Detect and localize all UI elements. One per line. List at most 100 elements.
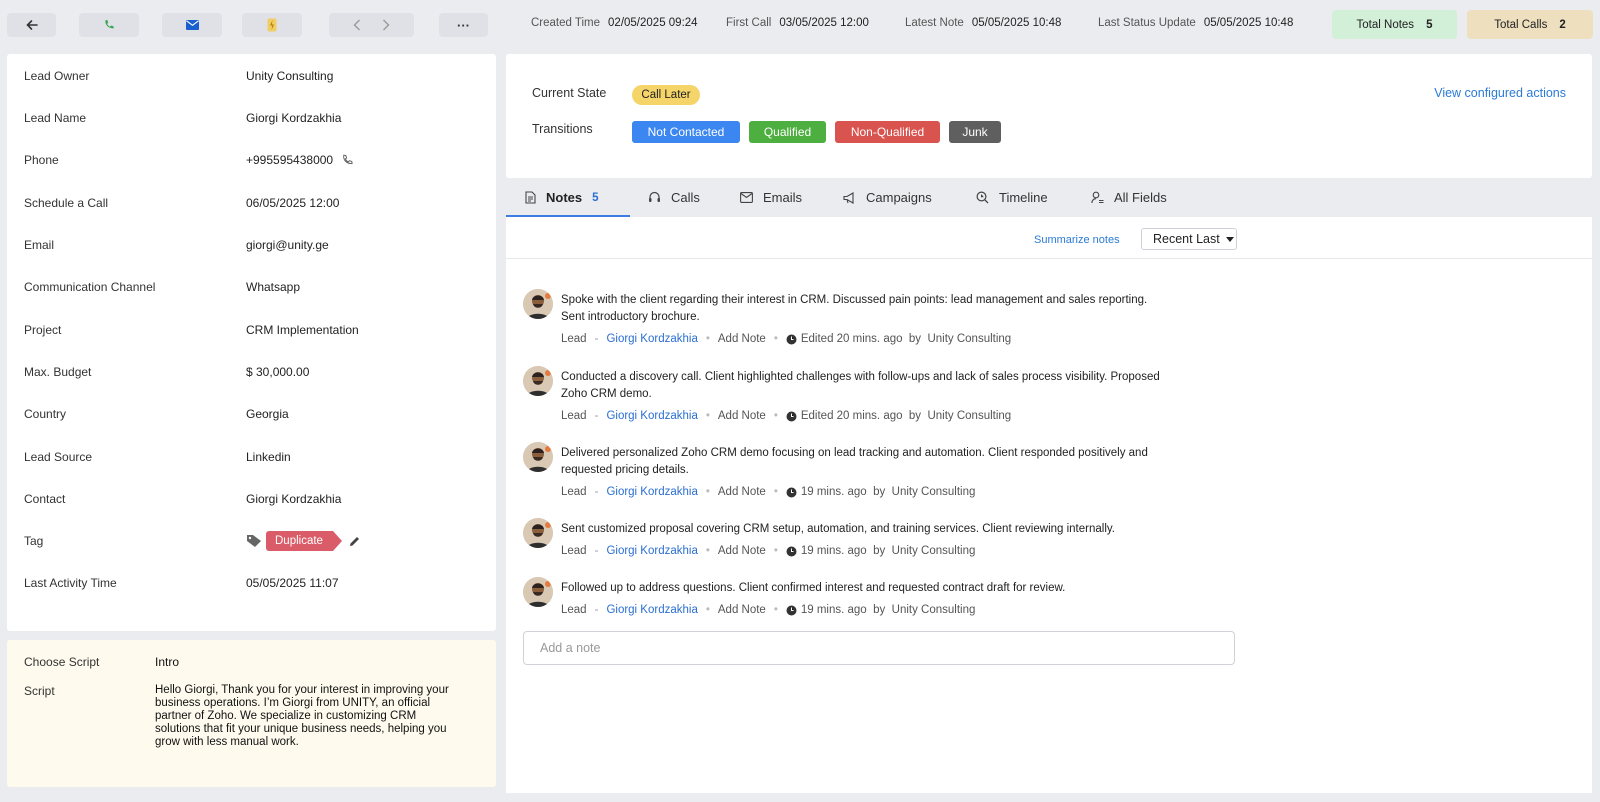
- record-navigation: [329, 13, 414, 37]
- user-fields-icon: [1091, 191, 1104, 204]
- note-item: Delivered personalized Zoho CRM demo foc…: [523, 442, 1163, 500]
- lead-details-panel: Lead Owner Unity Consulting Lead Name Gior…: [7, 54, 496, 631]
- transition-qualified-button[interactable]: Qualified: [749, 121, 826, 143]
- clock-icon: [786, 334, 797, 344]
- choose-script-label: Choose Script: [24, 655, 100, 669]
- transition-not-contacted-button[interactable]: Not Contacted: [632, 121, 740, 143]
- note-item: Spoke with the client regarding their in…: [523, 289, 1163, 347]
- transition-non-qualified-button[interactable]: Non-Qualified: [835, 121, 940, 143]
- total-calls-badge[interactable]: Total Calls 2: [1467, 10, 1593, 39]
- note-item: Conducted a discovery call. Client highl…: [523, 366, 1163, 424]
- latest-note: Latest Note 05/05/2025 10:48: [905, 17, 1062, 29]
- note-text: Spoke with the client regarding their in…: [561, 294, 1148, 323]
- add-note-link[interactable]: Add Note: [718, 604, 766, 616]
- tab-emails[interactable]: Emails: [740, 190, 802, 205]
- transition-junk-button[interactable]: Junk: [949, 121, 1001, 143]
- last-status-update: Last Status Update 05/05/2025 10:48: [1098, 17, 1294, 29]
- note-meta: Lead - Giorgi Kordzakhia • Add Note • Edite…: [561, 410, 1012, 422]
- detail-row-last-activity: Last Activity Time 05/05/2025 11:07: [24, 576, 339, 590]
- email-button[interactable]: [162, 13, 222, 37]
- pencil-icon[interactable]: [349, 536, 360, 547]
- detail-row-lead-name: Lead Name Giorgi Kordzakhia: [24, 111, 342, 125]
- summarize-notes-link[interactable]: Summarize notes: [1034, 234, 1120, 246]
- notes-icon: [525, 191, 536, 204]
- more-options-button[interactable]: ···: [439, 13, 488, 37]
- detail-row-project: Project CRM Implementation: [24, 323, 359, 337]
- detail-row-contact: Contact Giorgi Kordzakhia: [24, 492, 342, 506]
- note-contact-link[interactable]: Giorgi Kordzakhia: [606, 545, 697, 557]
- note-meta: Lead - Giorgi Kordzakhia • Add Note • 19 mi…: [561, 604, 976, 616]
- tab-campaigns[interactable]: Campaigns: [843, 190, 932, 205]
- bolt-icon: [267, 18, 277, 32]
- call-button[interactable]: [79, 13, 139, 37]
- caret-down-icon: [1225, 236, 1234, 242]
- note-text: Conducted a discovery call. Client highl…: [561, 371, 1160, 400]
- notes-header-divider: [506, 258, 1592, 259]
- note-contact-link[interactable]: Giorgi Kordzakhia: [606, 604, 697, 616]
- tab-all-fields[interactable]: All Fields: [1091, 190, 1167, 205]
- clock-icon: [786, 605, 797, 615]
- view-configured-actions-link[interactable]: View configured actions: [1434, 86, 1566, 100]
- automation-button[interactable]: [242, 13, 302, 37]
- add-note-link[interactable]: Add Note: [718, 410, 766, 422]
- add-note-input[interactable]: [524, 632, 1234, 664]
- add-note-link[interactable]: Add Note: [718, 545, 766, 557]
- avatar: [523, 366, 553, 396]
- headset-icon: [649, 191, 660, 202]
- note-contact-link[interactable]: Giorgi Kordzakhia: [606, 486, 697, 498]
- clock-icon: [786, 546, 797, 556]
- note-contact-link[interactable]: Giorgi Kordzakhia: [606, 410, 697, 422]
- avatar: [523, 518, 553, 548]
- phone-value[interactable]: +995595438000: [246, 153, 333, 167]
- note-item: Sent customized proposal covering CRM se…: [523, 518, 1163, 558]
- email-tab-icon: [740, 192, 753, 203]
- detail-row-tag: Tag Duplicate: [7, 531, 496, 551]
- tab-calls[interactable]: Calls: [648, 190, 700, 205]
- transitions-label: Transitions: [532, 122, 593, 136]
- add-note-link[interactable]: Add Note: [718, 486, 766, 498]
- phone-icon: [105, 20, 114, 29]
- note-meta: Lead - Giorgi Kordzakhia • Add Note • 19 mi…: [561, 545, 976, 557]
- back-button[interactable]: [7, 13, 56, 37]
- mail-icon: [185, 20, 199, 30]
- add-note-link[interactable]: Add Note: [718, 333, 766, 345]
- search-clock-icon: [976, 191, 989, 204]
- created-time: Created Time 02/05/2025 09:24: [531, 17, 698, 29]
- detail-row-schedule-call: Schedule a Call 06/05/2025 12:00: [24, 196, 340, 210]
- detail-row-max-budget: Max. Budget $ 30,000.00: [24, 365, 310, 379]
- current-state-badge: Call Later: [632, 85, 700, 105]
- note-meta: Lead - Giorgi Kordzakhia • Add Note • 19 mi…: [561, 486, 976, 498]
- clock-icon: [786, 487, 797, 497]
- phone-outline-icon[interactable]: [341, 154, 354, 167]
- tab-notes[interactable]: Notes 5: [525, 190, 599, 205]
- choose-script-select[interactable]: Intro: [155, 655, 179, 669]
- top-bar: ··· Created Time 02/05/2025 09:24 First C…: [0, 0, 1600, 50]
- script-label: Script: [24, 684, 55, 698]
- note-text: Delivered personalized Zoho CRM demo foc…: [561, 447, 1148, 476]
- chevron-right-icon[interactable]: [382, 19, 390, 31]
- sort-dropdown[interactable]: Recent Last: [1141, 228, 1237, 250]
- megaphone-icon: [843, 191, 854, 204]
- detail-row-phone: Phone +995595438000: [7, 150, 496, 170]
- note-item: Followed up to address questions. Client…: [523, 577, 1163, 617]
- total-notes-badge[interactable]: Total Notes 5: [1332, 10, 1457, 39]
- clock-icon: [786, 411, 797, 421]
- detail-row-lead-owner: Lead Owner Unity Consulting: [24, 69, 334, 83]
- first-call: First Call 03/05/2025 12:00: [726, 17, 869, 29]
- avatar: [523, 442, 553, 472]
- script-text: Hello Giorgi, Thank you for your interes…: [155, 684, 449, 748]
- blueprint-state-panel: Current State Call Later Transitions Not…: [506, 54, 1592, 178]
- tab-timeline[interactable]: Timeline: [976, 190, 1048, 205]
- note-text: Sent customized proposal covering CRM se…: [561, 523, 1115, 535]
- tag-icon: [247, 535, 261, 547]
- avatar: [523, 289, 553, 319]
- chevron-left-icon[interactable]: [353, 19, 361, 31]
- notes-panel: Summarize notes Recent Last Spoke with t…: [506, 217, 1592, 793]
- detail-row-country: Country Georgia: [24, 407, 289, 421]
- note-text: Followed up to address questions. Client…: [561, 582, 1066, 594]
- detail-row-communication-channel: Communication Channel Whatsapp: [24, 280, 301, 294]
- current-state-label: Current State: [532, 86, 607, 100]
- note-meta: Lead - Giorgi Kordzakhia • Add Note • Edite…: [561, 333, 1012, 345]
- tag-badge-duplicate[interactable]: Duplicate: [266, 531, 342, 551]
- note-contact-link[interactable]: Giorgi Kordzakhia: [606, 333, 697, 345]
